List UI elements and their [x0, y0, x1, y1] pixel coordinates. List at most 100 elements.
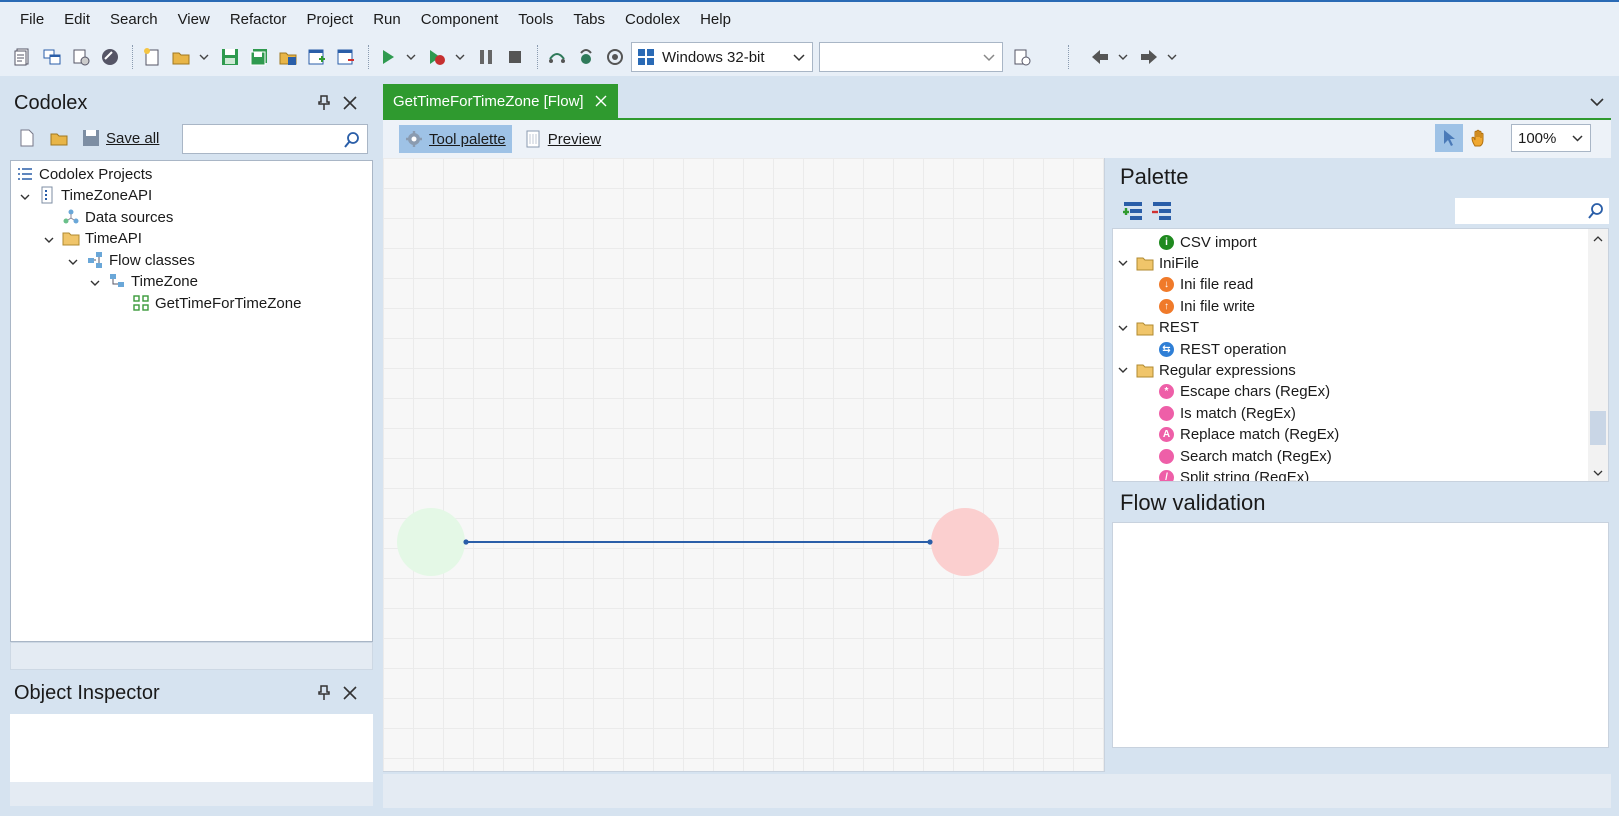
chevron-up-icon[interactable] — [1592, 233, 1604, 245]
chevron-down-icon[interactable] — [1117, 257, 1129, 269]
collapse-all-icon[interactable] — [1149, 198, 1175, 224]
save-all-icon[interactable] — [246, 44, 272, 70]
tree-item-project[interactable]: TimeZoneAPI — [37, 184, 152, 206]
menu-project[interactable]: Project — [297, 2, 364, 38]
flow-validation-list[interactable] — [1112, 522, 1609, 748]
configuration-select[interactable] — [819, 42, 1003, 72]
menu-tools[interactable]: Tools — [508, 2, 563, 38]
chevron-down-icon[interactable] — [89, 277, 101, 289]
getit-icon[interactable] — [97, 44, 123, 70]
tree-item-folder[interactable]: TimeAPI — [61, 227, 142, 249]
tree-item-flow-classes[interactable]: Flow classes — [85, 249, 195, 271]
new-items-icon[interactable] — [10, 44, 36, 70]
menu-edit[interactable]: Edit — [54, 2, 100, 38]
chevron-down-icon[interactable] — [19, 191, 31, 203]
chevron-down-icon[interactable] — [453, 44, 467, 70]
palette-folder[interactable]: Regular expressions — [1135, 359, 1296, 381]
tree-item-data-sources[interactable]: Data sources — [61, 206, 173, 228]
codolex-search-input[interactable] — [182, 124, 368, 154]
save-all-button[interactable]: Save all — [106, 130, 159, 147]
tree-item-class[interactable]: TimeZone — [107, 270, 198, 292]
open-project-icon[interactable] — [275, 44, 301, 70]
palette-item[interactable]: ⇆ REST operation — [1159, 338, 1286, 360]
menu-view[interactable]: View — [168, 2, 220, 38]
tab-flow-document[interactable]: GetTimeForTimeZone [Flow] — [383, 84, 618, 118]
search-icon[interactable] — [1587, 202, 1605, 220]
chevron-down-icon[interactable] — [1117, 322, 1129, 334]
close-icon[interactable] — [341, 684, 359, 702]
step-over-icon[interactable] — [544, 44, 570, 70]
new-file-icon[interactable] — [14, 125, 40, 151]
editor-subtoolbar: Tool palette Preview 100% — [383, 120, 1611, 158]
pause-icon[interactable] — [473, 44, 499, 70]
open-folder-icon[interactable] — [168, 44, 194, 70]
chevron-down-icon[interactable] — [1165, 44, 1179, 70]
palette-item[interactable]: Search match (RegEx) — [1159, 445, 1332, 467]
run-icon[interactable] — [375, 44, 401, 70]
palette-item[interactable]: ↓ Ini file read — [1159, 274, 1253, 296]
palette-scrollbar[interactable] — [1588, 229, 1608, 481]
palette-folder[interactable]: IniFile — [1135, 252, 1199, 274]
palette-list[interactable]: i CSV import IniFile ↓ Ini file read ↑ Ini fil… — [1112, 228, 1609, 482]
menu-refactor[interactable]: Refactor — [220, 2, 297, 38]
zoom-select[interactable]: 100% — [1511, 124, 1591, 152]
close-icon[interactable] — [341, 94, 359, 112]
menu-run[interactable]: Run — [363, 2, 411, 38]
flow-canvas[interactable] — [383, 158, 1105, 772]
chevron-down-icon[interactable] — [1117, 364, 1129, 376]
palette-item[interactable]: Is match (RegEx) — [1159, 402, 1296, 424]
menu-file[interactable]: File — [10, 2, 54, 38]
forward-arrow-icon[interactable] — [1136, 44, 1162, 70]
select-tool-button[interactable] — [1435, 124, 1463, 152]
end-node[interactable] — [931, 508, 999, 576]
expand-all-icon[interactable] — [1120, 198, 1146, 224]
options-icon[interactable] — [68, 44, 94, 70]
pan-tool-button[interactable] — [1465, 124, 1493, 152]
menu-component[interactable]: Component — [411, 2, 509, 38]
chevron-down-icon[interactable] — [197, 44, 211, 70]
menu-codolex[interactable]: Codolex — [615, 2, 690, 38]
pin-icon[interactable] — [315, 94, 333, 112]
save-all-icon[interactable] — [78, 125, 104, 151]
save-icon[interactable] — [217, 44, 243, 70]
chevron-down-icon[interactable] — [1592, 467, 1604, 479]
palette-folder[interactable]: REST — [1135, 317, 1199, 339]
chevron-down-icon[interactable] — [1116, 44, 1130, 70]
debug-icon[interactable] — [424, 44, 450, 70]
chevron-down-icon[interactable] — [43, 234, 55, 246]
add-to-project-icon[interactable] — [304, 44, 330, 70]
menu-search[interactable]: Search — [100, 2, 168, 38]
preview-button[interactable]: Preview — [518, 125, 607, 153]
scrollbar-thumb[interactable] — [1590, 411, 1606, 445]
palette-item[interactable]: A Replace match (RegEx) — [1159, 424, 1339, 446]
chevron-down-icon[interactable] — [67, 256, 79, 268]
project-tree[interactable]: Codolex Projects TimeZoneAPI Data source… — [10, 160, 373, 642]
tree-item-flow[interactable]: GetTimeForTimeZone — [131, 292, 301, 314]
menu-tabs[interactable]: Tabs — [563, 2, 615, 38]
start-node[interactable] — [397, 508, 465, 576]
chevron-down-icon[interactable] — [1589, 94, 1605, 110]
palette-search-input[interactable] — [1455, 198, 1609, 224]
new-file-icon[interactable] — [139, 44, 165, 70]
search-icon[interactable] — [343, 131, 361, 149]
remove-from-project-icon[interactable] — [333, 44, 359, 70]
stop-icon[interactable] — [502, 44, 528, 70]
palette-item[interactable]: i CSV import — [1159, 231, 1257, 253]
chevron-down-icon[interactable] — [404, 44, 418, 70]
windows-icon[interactable] — [39, 44, 65, 70]
tool-palette-button[interactable]: Tool palette — [399, 125, 512, 153]
palette-item[interactable]: * Escape chars (RegEx) — [1159, 381, 1330, 403]
close-icon[interactable] — [594, 94, 608, 108]
deploy-icon[interactable] — [1009, 44, 1035, 70]
palette-item[interactable]: / Split string (RegEx) — [1159, 466, 1309, 481]
platform-select[interactable]: Windows 32-bit — [631, 42, 813, 72]
menu-help[interactable]: Help — [690, 2, 741, 38]
back-arrow-icon[interactable] — [1087, 44, 1113, 70]
trace-into-icon[interactable] — [573, 44, 599, 70]
tree-item-root[interactable]: Codolex Projects — [15, 163, 152, 185]
pin-icon[interactable] — [315, 684, 333, 702]
open-folder-icon[interactable] — [46, 125, 72, 151]
run-to-cursor-icon[interactable] — [602, 44, 628, 70]
object-inspector-body[interactable] — [10, 714, 373, 782]
palette-item[interactable]: ↑ Ini file write — [1159, 295, 1255, 317]
